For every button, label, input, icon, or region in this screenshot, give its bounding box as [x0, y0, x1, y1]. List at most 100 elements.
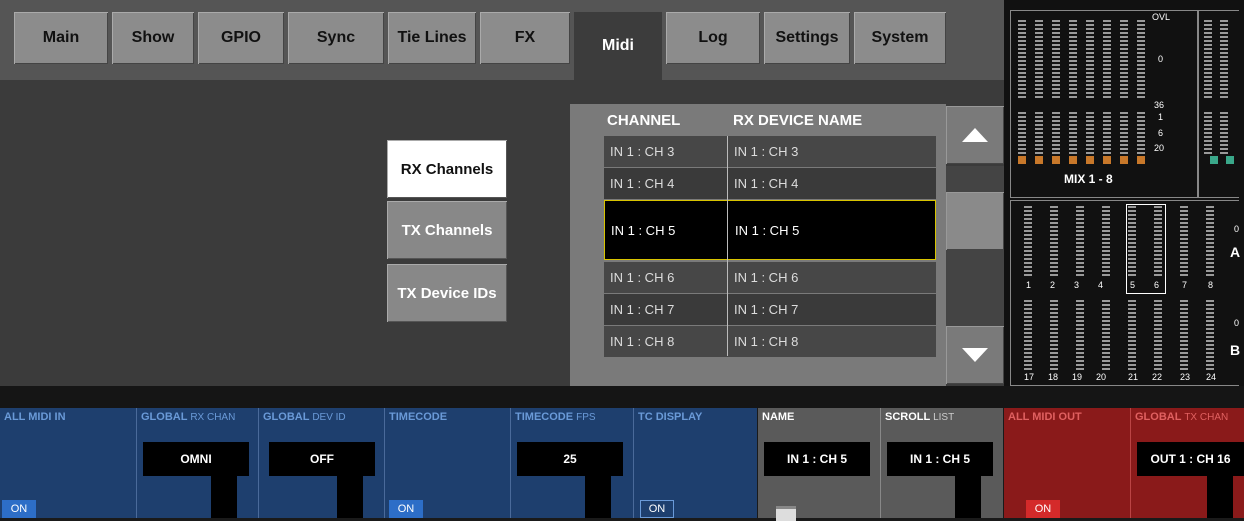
- global-tx-chan-knob[interactable]: [1207, 476, 1233, 518]
- tab-show[interactable]: Show: [112, 12, 194, 64]
- timecode-cell: TIMECODE ON: [385, 408, 511, 518]
- list-row-selected[interactable]: IN 1 : CH 5 IN 1 : CH 5: [604, 200, 936, 260]
- list-row[interactable]: IN 1 : CH 3 IN 1 : CH 3: [604, 136, 936, 167]
- tab-main[interactable]: Main: [14, 12, 108, 64]
- tc-display-on-button[interactable]: ON: [640, 500, 674, 518]
- mix-led: [1210, 156, 1218, 164]
- timecode-on-button[interactable]: ON: [389, 500, 423, 518]
- mix-meter-strip: [1018, 20, 1026, 100]
- tab-log[interactable]: Log: [666, 12, 760, 64]
- mix-meter-strip: [1103, 20, 1111, 100]
- row-channel: IN 1 : CH 6: [610, 270, 675, 285]
- meter-num: 6: [1154, 280, 1160, 290]
- mix-meter-strip: [1018, 112, 1026, 156]
- name-fader-handle[interactable]: [776, 506, 796, 521]
- tx-channels-button[interactable]: TX Channels: [387, 201, 507, 259]
- mix-meter-strip: [1204, 20, 1212, 100]
- tx-device-ids-button[interactable]: TX Device IDs: [387, 264, 507, 322]
- mix-led: [1052, 156, 1060, 164]
- channel-meter-strip: [1128, 206, 1136, 278]
- tc-display-cell: TC DISPLAY ON: [634, 408, 757, 518]
- tab-fx[interactable]: FX: [480, 12, 570, 64]
- global-tx-chan-value[interactable]: OUT 1 : CH 16: [1137, 442, 1244, 476]
- list-row[interactable]: IN 1 : CH 6 IN 1 : CH 6: [604, 262, 936, 293]
- meter-num: 5: [1130, 280, 1136, 290]
- global-dev-id-title: GLOBAL: [263, 411, 310, 423]
- mix-led: [1226, 156, 1234, 164]
- global-rx-chan-knob[interactable]: [211, 476, 237, 518]
- tab-midi[interactable]: Midi: [574, 12, 662, 80]
- row-device-name: IN 1 : CH 3: [734, 144, 799, 159]
- global-tx-chan-cell: GLOBAL TX CHAN OUT 1 : CH 16: [1131, 408, 1244, 518]
- row-a-letter: A: [1230, 244, 1241, 260]
- meter-scale-1: 1: [1158, 112, 1164, 122]
- rx-channels-button[interactable]: RX Channels: [387, 140, 507, 198]
- rx-device-name-column-header: RX DEVICE NAME: [733, 112, 863, 129]
- tab-tie-lines[interactable]: Tie Lines: [388, 12, 476, 64]
- tick-zero: 0: [1234, 318, 1240, 328]
- channel-meter-strip: [1050, 300, 1058, 370]
- global-tx-title: GLOBAL: [1135, 411, 1182, 423]
- global-dev-id-value[interactable]: OFF: [269, 442, 375, 476]
- mix-led: [1069, 156, 1077, 164]
- row-channel: IN 1 : CH 3: [610, 144, 675, 159]
- global-tx-sub: TX CHAN: [1184, 412, 1229, 423]
- timecode-fps-label: TIMECODE FPS: [515, 411, 596, 423]
- mix-label: MIX 1 - 8: [1064, 172, 1113, 186]
- meter-num: 18: [1048, 372, 1059, 382]
- mix-meter-strip: [1035, 20, 1043, 100]
- scroll-thumb[interactable]: [946, 192, 1004, 250]
- meter-num: 20: [1096, 372, 1107, 382]
- scroll-list-sub: LIST: [933, 412, 955, 423]
- scroll-list-value[interactable]: IN 1 : CH 5: [887, 442, 993, 476]
- row-device-name: IN 1 : CH 8: [734, 334, 799, 349]
- scroll-down-button[interactable]: [946, 326, 1004, 384]
- global-dev-id-knob[interactable]: [337, 476, 363, 518]
- all-midi-out-on-button[interactable]: ON: [1026, 500, 1060, 518]
- mix-meter-strip: [1120, 112, 1128, 156]
- global-tx-chan-label: GLOBAL TX CHAN: [1135, 411, 1228, 423]
- global-dev-id-cell: GLOBAL DEV ID OFF: [259, 408, 385, 518]
- row-b-letter: B: [1230, 342, 1241, 358]
- all-midi-in-on-button[interactable]: ON: [2, 500, 36, 518]
- arrow-down-icon: [962, 348, 988, 362]
- meter-scale-6: 6: [1158, 128, 1164, 138]
- meter-num: 1: [1026, 280, 1032, 290]
- mix-meter-strip: [1204, 112, 1212, 156]
- arrow-up-icon: [962, 128, 988, 142]
- scroll-list-knob[interactable]: [955, 476, 981, 518]
- row-channel: IN 1 : CH 4: [610, 176, 675, 191]
- mix-meter-strip: [1137, 112, 1145, 156]
- mix-led: [1137, 156, 1145, 164]
- tab-settings[interactable]: Settings: [764, 12, 850, 64]
- mix-meter-strip: [1120, 20, 1128, 100]
- tab-sync[interactable]: Sync: [288, 12, 384, 64]
- timecode-fps-sub: FPS: [576, 412, 596, 423]
- meter-scale-ovl: OVL: [1152, 12, 1171, 22]
- tick-zero: 0: [1234, 224, 1240, 234]
- tab-system[interactable]: System: [854, 12, 946, 64]
- divider-strip: [0, 386, 1244, 408]
- timecode-fps-value[interactable]: 25: [517, 442, 623, 476]
- mix-meter-strip: [1069, 112, 1077, 156]
- list-row[interactable]: IN 1 : CH 8 IN 1 : CH 8: [604, 326, 936, 357]
- list-row[interactable]: IN 1 : CH 4 IN 1 : CH 4: [604, 168, 936, 199]
- list-row[interactable]: IN 1 : CH 7 IN 1 : CH 7: [604, 294, 936, 325]
- scroll-list-label: SCROLL LIST: [885, 411, 954, 423]
- channel-meter-strip: [1128, 300, 1136, 370]
- channel-meter-strip: [1024, 206, 1032, 278]
- channel-column-header: CHANNEL: [607, 112, 681, 129]
- meter-num: 4: [1098, 280, 1104, 290]
- channel-meter-strip: [1102, 300, 1110, 370]
- timecode-fps-knob[interactable]: [585, 476, 611, 518]
- tab-gpio[interactable]: GPIO: [198, 12, 284, 64]
- global-rx-chan-value[interactable]: OMNI: [143, 442, 249, 476]
- global-dev-id-label: GLOBAL DEV ID: [263, 411, 346, 423]
- scroll-up-button[interactable]: [946, 106, 1004, 164]
- scroll-list-title: SCROLL: [885, 411, 931, 423]
- list-header: CHANNEL RX DEVICE NAME: [570, 104, 946, 134]
- meter-num: 19: [1072, 372, 1083, 382]
- name-value[interactable]: IN 1 : CH 5: [764, 442, 870, 476]
- row-device-name: IN 1 : CH 5: [735, 223, 800, 238]
- meter-num: 17: [1024, 372, 1035, 382]
